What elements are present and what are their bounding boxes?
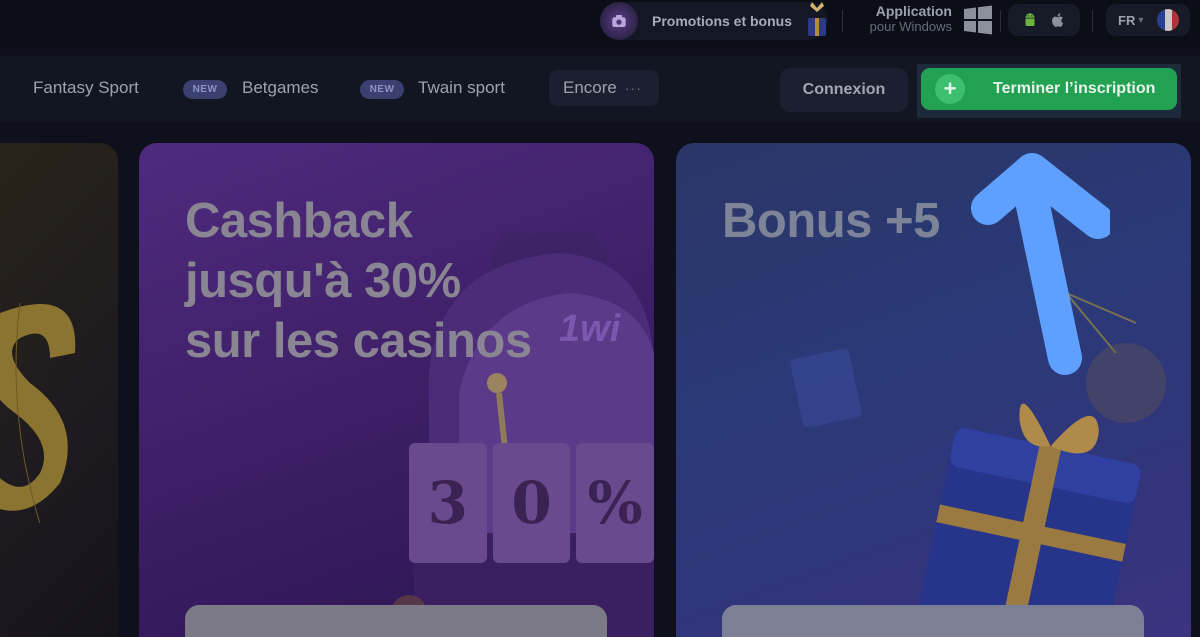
slot-reels: 3 0 % xyxy=(409,443,654,563)
main-nav: Fantasy Sport NEW Betgames NEW Twain spo… xyxy=(0,56,1200,122)
promotions-label: Promotions et bonus xyxy=(652,13,792,29)
bonus-title: Bonus +5 xyxy=(722,194,940,248)
bonus-promo-card[interactable]: Bonus +5 xyxy=(676,143,1191,637)
language-selector[interactable]: FR ▾ xyxy=(1106,4,1190,36)
app-subtitle: pour Windows xyxy=(869,19,952,34)
gold-letter-graphic xyxy=(0,302,76,523)
cashback-title-line: sur les casinos xyxy=(185,314,532,368)
complete-registration-button[interactable]: + Terminer l’inscription xyxy=(921,68,1177,110)
cashback-title-line: Cashback xyxy=(185,194,413,248)
mobile-app-links xyxy=(1008,4,1080,36)
top-utility-bar: Promotions et bonus Application pour Win… xyxy=(0,0,1200,48)
more-menu-label: Encore xyxy=(563,78,617,97)
apple-icon[interactable] xyxy=(1049,11,1067,29)
cashback-card-button[interactable] xyxy=(185,605,607,637)
nav-item-betgames[interactable]: Betgames xyxy=(242,78,319,98)
windows-app-link[interactable]: Application pour Windows xyxy=(852,3,952,35)
new-badge: NEW xyxy=(183,80,227,99)
chevron-down-icon: ▾ xyxy=(1138,14,1144,26)
divider xyxy=(1000,10,1001,32)
up-arrow-icon xyxy=(971,153,1110,375)
slot-reel: % xyxy=(576,443,654,563)
plus-icon: + xyxy=(935,74,965,104)
slot-reel: 0 xyxy=(492,443,571,563)
android-icon[interactable] xyxy=(1021,11,1039,29)
divider xyxy=(1092,10,1093,32)
camera-icon xyxy=(600,2,638,40)
windows-icon[interactable] xyxy=(962,4,994,36)
cashback-promo-card[interactable]: 3 0 % 1wi Cashback jusqu'à 30% sur les c… xyxy=(139,143,654,637)
nav-item-twain-sport[interactable]: Twain sport xyxy=(418,78,505,98)
more-menu-button[interactable]: Encore ··· xyxy=(549,70,659,106)
gift-icon xyxy=(808,2,826,36)
more-dots-icon: ··· xyxy=(624,80,642,96)
bonus-card-button[interactable] xyxy=(722,605,1144,637)
nav-item-fantasy-sport[interactable]: Fantasy Sport xyxy=(33,78,139,98)
register-highlight: + Terminer l’inscription xyxy=(917,64,1181,118)
login-button[interactable]: Connexion xyxy=(780,68,908,112)
promo-card-partial[interactable] xyxy=(0,143,118,637)
divider xyxy=(842,10,843,32)
language-code: FR xyxy=(1118,12,1136,28)
new-badge: NEW xyxy=(360,80,404,99)
promotions-button[interactable]: Promotions et bonus xyxy=(600,2,828,40)
slot-reel: 3 xyxy=(409,443,487,563)
france-flag-icon xyxy=(1157,9,1180,31)
register-label: Terminer l’inscription xyxy=(993,80,1156,97)
cashback-title: Cashback jusqu'à 30% sur les casinos xyxy=(185,191,605,371)
app-title: Application xyxy=(875,3,952,19)
cashback-title-line: jusqu'à 30% xyxy=(185,254,461,308)
